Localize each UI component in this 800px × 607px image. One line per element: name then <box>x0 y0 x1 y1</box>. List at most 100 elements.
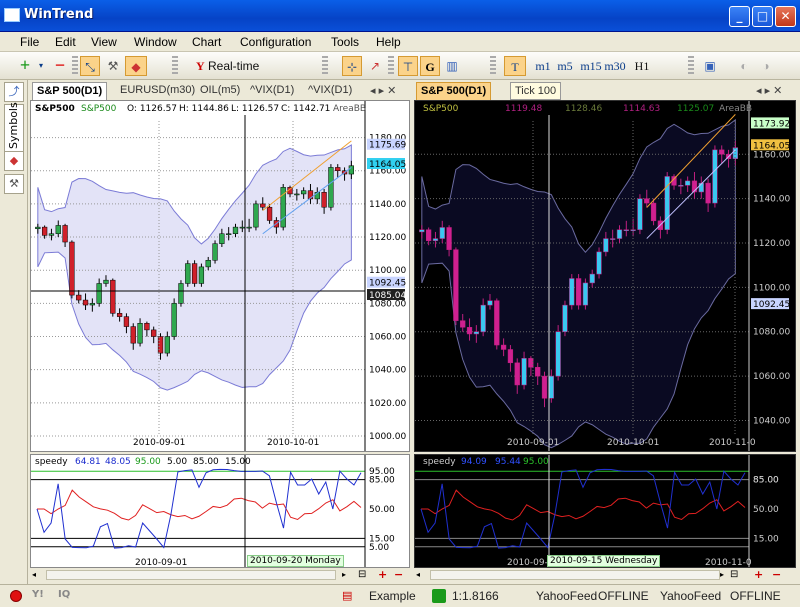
candle-body <box>198 266 205 284</box>
tools-sidebar-icon[interactable]: ⚒ <box>4 174 24 194</box>
draw-line-icon[interactable]: ↗ <box>366 56 384 76</box>
trendline-icon[interactable]: ⊤ <box>398 56 418 76</box>
menu-chart[interactable]: Chart <box>192 35 221 49</box>
price-tick-label: 1060.00 <box>369 333 406 343</box>
tab-oil[interactable]: OIL(m5) <box>196 82 244 100</box>
candle-body <box>521 358 527 386</box>
menu-configuration[interactable]: Configuration <box>240 35 311 49</box>
candle-body <box>644 198 650 204</box>
candle-body <box>528 358 534 368</box>
right-scroll-strip[interactable]: ◂ ▸ ⊟ + − <box>414 568 796 582</box>
tab-scroll-right-icon[interactable]: ◂ ▸ ✕ <box>752 82 786 100</box>
left-osc-v2: 48.05 <box>105 457 131 467</box>
right-price-pane[interactable]: 1160.00 1140.00 1120.00 1100.00 1080.00 1060.… <box>414 100 796 452</box>
window-title: WinTrend <box>24 7 94 22</box>
add-icon[interactable]: + <box>16 56 34 76</box>
left-osc-v5: 85.00 <box>193 457 219 467</box>
right-scrollbar[interactable] <box>430 570 720 580</box>
timeframe-m5[interactable]: m5 <box>556 56 574 76</box>
menu-window[interactable]: Window <box>134 35 177 49</box>
split-pane-icon[interactable]: ⊟ <box>358 569 366 580</box>
chart-sidebar-icon[interactable]: ⤴ <box>4 82 24 102</box>
zoom-in-icon[interactable]: + <box>378 568 387 581</box>
candle-body <box>446 227 452 250</box>
scroll-left-icon[interactable]: ◂ <box>32 570 42 580</box>
menu-view[interactable]: View <box>91 35 117 49</box>
minimize-button[interactable]: _ <box>729 6 750 27</box>
left-price-chart[interactable]: 1180.001160.001140.001120.001100.001080.… <box>31 101 409 451</box>
left-osc-pane[interactable]: 95.00 85.00 50.00 15.00 5.00 2010-09-01 speed… <box>30 454 410 568</box>
chart-cursor-icon[interactable]: ⤡ <box>80 56 100 76</box>
symbols-tab[interactable]: Symbols <box>4 102 24 152</box>
right-osc-pane[interactable]: 85.00 85.00 50.00 15.00 2010-09-0 2010-11-0 s… <box>414 454 796 568</box>
close-button[interactable]: ✕ <box>775 6 796 27</box>
right-cursor-date: 2010-09-15 Wednesday <box>547 555 661 567</box>
tools-icon[interactable]: ⚒ <box>103 56 123 76</box>
menu-file[interactable]: File <box>20 35 39 49</box>
left-header-symbol2: S&P500 <box>81 104 117 114</box>
scroll-left-icon-right[interactable]: ◂ <box>416 570 420 579</box>
remove-icon[interactable]: − <box>52 56 68 76</box>
osc-tick-label: 85.00 <box>369 476 395 486</box>
tab-scroll-left-icon[interactable]: ◂ ▸ ✕ <box>366 82 400 100</box>
split-pane-icon-right[interactable]: ⊟ <box>730 569 738 580</box>
left-price-pane[interactable]: 1180.00 1160.00 1140.00 1120.00 1100.00 1080.… <box>30 100 410 452</box>
record-icon[interactable] <box>10 590 22 602</box>
osc-tick-label: 5.00 <box>369 543 389 553</box>
date-tick-label: 2010-09-01 <box>507 438 559 448</box>
grid-icon[interactable]: G <box>420 56 440 76</box>
scroll-right-icon-right[interactable]: ▸ <box>720 570 724 579</box>
tick-timeframe-button[interactable]: T <box>504 56 526 76</box>
candle-body <box>48 233 55 236</box>
objects-sidebar-icon[interactable]: ◆ <box>4 151 24 171</box>
left-scroll-strip[interactable]: ◂ ▸ ⊟ + − <box>30 568 410 582</box>
price-tag: 1092.45 <box>753 300 790 310</box>
screenshot-icon[interactable]: ▣ <box>700 56 720 76</box>
zoom-in-icon-right[interactable]: + <box>754 568 763 581</box>
candle-body <box>205 260 211 268</box>
menu-tools[interactable]: Tools <box>331 35 359 49</box>
tab-eurusd[interactable]: EURUSD(m30) <box>116 82 199 100</box>
candle-body <box>514 362 520 386</box>
left-scrollbar[interactable] <box>46 570 336 580</box>
right-osc-chart[interactable]: 85.0085.0050.0015.002010-09-0 2010-11-0 <box>415 455 795 567</box>
timeframe-m30[interactable]: m30 <box>604 56 626 76</box>
osc-background <box>31 455 409 567</box>
menu-edit[interactable]: Edit <box>55 35 76 49</box>
candle-body <box>610 238 616 240</box>
candle-body <box>466 327 473 335</box>
timeframe-h1[interactable]: H1 <box>632 56 652 76</box>
status-state2: OFFLINE <box>730 589 781 603</box>
maximize-button[interactable]: □ <box>752 6 773 27</box>
osc-background <box>415 455 795 567</box>
tab-sp500-right[interactable]: S&P 500(D1) <box>416 82 492 100</box>
price-tag: 1085.04 <box>369 291 406 301</box>
toolbar-separator <box>388 56 394 76</box>
zoom-out-icon-right[interactable]: − <box>772 568 781 581</box>
left-osc-chart[interactable]: 95.00 85.00 50.00 15.00 5.00 2010-09-01 <box>31 455 409 567</box>
candle-body <box>137 323 143 344</box>
tab-sp500-left[interactable]: S&P 500(D1) <box>32 82 108 100</box>
title-bar[interactable]: WinTrend _ □ ✕ <box>0 0 800 32</box>
objects-icon[interactable]: ◆ <box>125 56 147 76</box>
tab-vix-2[interactable]: ^VIX(D1) <box>304 82 356 100</box>
crosshair-icon[interactable]: ⊹ <box>342 56 362 76</box>
left-osc-v6: 15.00 <box>225 457 251 467</box>
right-price-chart[interactable]: 1160.00 1140.00 1120.00 1100.00 1080.00 1060.… <box>415 101 795 451</box>
menu-help[interactable]: Help <box>376 35 401 49</box>
dropdown-arrow-icon[interactable]: ▾ <box>36 56 46 76</box>
zoom-out-icon[interactable]: − <box>394 568 403 581</box>
status-ratio: 1:1.8166 <box>452 589 499 603</box>
candle-body <box>335 167 341 171</box>
timeframe-m1[interactable]: m1 <box>534 56 552 76</box>
left-osc-v1: 64.81 <box>75 457 101 467</box>
candle-body <box>453 249 459 321</box>
price-tick-label: 1160.00 <box>753 150 790 160</box>
symbols-tab-label: Symbols <box>7 102 20 149</box>
feed-mode-select[interactable]: Real-time <box>208 56 272 76</box>
bar-chart-icon[interactable]: ▥ <box>442 56 462 76</box>
tab-vix-1[interactable]: ^VIX(D1) <box>246 82 298 100</box>
scroll-right-icon[interactable]: ▸ <box>342 570 352 580</box>
sidebar: ⤴ ◆ ⚒ Symbols <box>0 80 28 585</box>
timeframe-m15[interactable]: m15 <box>580 56 602 76</box>
